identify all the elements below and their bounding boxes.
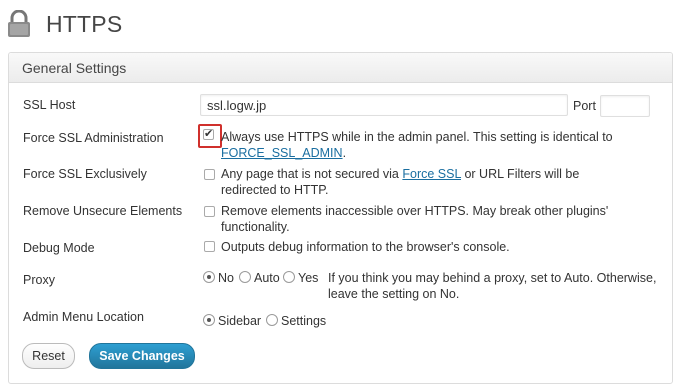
remove-unsecure-desc-line2: functionality. bbox=[221, 220, 290, 234]
remove-unsecure-desc-line1: Remove elements inaccessible over HTTPS.… bbox=[221, 204, 609, 218]
force-ssl-exclusive-label: Force SSL Exclusively bbox=[23, 167, 147, 181]
admin-menu-option-sidebar: Sidebar bbox=[218, 314, 262, 328]
force-ssl-admin-link[interactable]: FORCE_SSL_ADMIN bbox=[221, 146, 343, 160]
page-title: HTTPS bbox=[46, 10, 123, 37]
proxy-option-yes: Yes bbox=[298, 271, 319, 285]
debug-mode-label: Debug Mode bbox=[23, 241, 95, 255]
remove-unsecure-checkbox[interactable] bbox=[204, 206, 215, 217]
proxy-option-no: No bbox=[218, 271, 234, 285]
proxy-help-text: If you think you may behind a proxy, set… bbox=[328, 270, 658, 302]
force-ssl-admin-suffix: . bbox=[342, 146, 347, 160]
debug-mode-description: Outputs debug information to the browser… bbox=[221, 240, 510, 254]
force-ssl-exclusive-desc-line2: redirected to HTTP. bbox=[221, 183, 329, 197]
force-ssl-exclusive-description: Any page that is not secured via Force S… bbox=[221, 166, 641, 198]
remove-unsecure-description: Remove elements inaccessible over HTTPS.… bbox=[221, 203, 651, 235]
proxy-radio-no[interactable] bbox=[203, 271, 215, 283]
force-ssl-link[interactable]: Force SSL bbox=[402, 167, 461, 181]
ssl-host-label: SSL Host bbox=[23, 98, 76, 112]
proxy-option-auto: Auto bbox=[254, 271, 280, 285]
ssl-host-input[interactable] bbox=[200, 94, 568, 116]
force-ssl-admin-label: Force SSL Administration bbox=[23, 131, 164, 145]
admin-menu-radio-sidebar[interactable] bbox=[203, 314, 215, 326]
port-input[interactable] bbox=[600, 95, 650, 117]
force-ssl-admin-description: Always use HTTPS while in the admin pane… bbox=[221, 129, 641, 161]
admin-menu-label: Admin Menu Location bbox=[23, 310, 144, 324]
proxy-radio-auto[interactable] bbox=[239, 271, 251, 283]
reset-button[interactable]: Reset bbox=[22, 343, 75, 369]
admin-menu-radio-settings[interactable] bbox=[266, 314, 278, 326]
force-ssl-admin-desc-text: Always use HTTPS while in the admin pane… bbox=[221, 130, 613, 144]
save-changes-button[interactable]: Save Changes bbox=[89, 343, 195, 369]
proxy-help-line2: leave the setting on No. bbox=[328, 287, 460, 301]
port-label: Port bbox=[573, 99, 596, 113]
force-ssl-exclusive-desc-post: or URL Filters will be bbox=[464, 167, 580, 181]
admin-menu-option-settings: Settings bbox=[281, 314, 327, 328]
force-ssl-admin-checkbox[interactable] bbox=[203, 127, 214, 140]
page-header: HTTPS bbox=[6, 8, 122, 40]
lock-icon bbox=[8, 10, 30, 37]
section-title: General Settings bbox=[9, 53, 672, 83]
proxy-help-line1: If you think you may behind a proxy, set… bbox=[328, 271, 657, 285]
force-ssl-exclusive-desc-pre: Any page that is not secured via bbox=[221, 167, 399, 181]
remove-unsecure-label: Remove Unsecure Elements bbox=[23, 204, 183, 218]
debug-mode-checkbox[interactable] bbox=[204, 241, 215, 252]
proxy-radio-yes[interactable] bbox=[283, 271, 295, 283]
proxy-label: Proxy bbox=[23, 273, 55, 287]
force-ssl-exclusive-checkbox[interactable] bbox=[204, 169, 215, 180]
